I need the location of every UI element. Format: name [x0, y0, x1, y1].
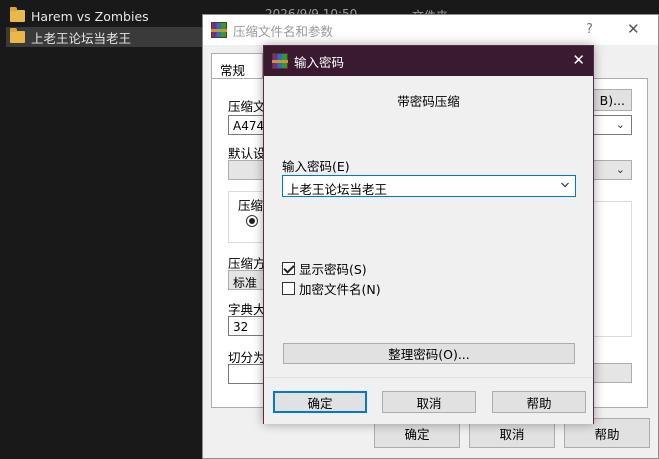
folder-icon	[10, 28, 25, 43]
password-value: 上老王论坛当老王	[287, 182, 388, 197]
close-icon[interactable]: ✕	[572, 51, 585, 69]
show-password-checkbox[interactable]	[282, 262, 295, 275]
close-icon[interactable]: ✕	[627, 20, 640, 38]
chevron-down-icon[interactable]	[561, 181, 569, 189]
password-titlebar[interactable]: 输入密码 ✕	[264, 46, 593, 76]
winrar-icon	[272, 53, 288, 69]
file-row-harem[interactable]: Harem vs Zombies	[6, 6, 202, 26]
chevron-down-icon: ⌄	[615, 163, 625, 176]
file-name: Harem vs Zombies	[31, 8, 149, 24]
organize-passwords-button[interactable]: 整理密码(O)...	[283, 343, 575, 364]
encrypt-names-label: 加密文件名(N)	[299, 282, 381, 297]
help-icon[interactable]: ?	[586, 22, 593, 37]
password-dialog-title: 输入密码	[294, 54, 345, 70]
winrar-icon	[211, 22, 227, 38]
file-row-laowang[interactable]: 上老王论坛当老王	[6, 27, 202, 47]
main-title: 压缩文件名和参数	[233, 23, 334, 39]
format-group-label: 压缩	[238, 198, 264, 213]
ok-button[interactable]: 确定	[273, 391, 367, 413]
format-radio[interactable]	[246, 215, 258, 227]
show-password-label: 显示密码(S)	[299, 262, 367, 277]
encrypt-names-checkbox[interactable]	[282, 282, 295, 295]
file-name: 上老王论坛当老王	[31, 30, 132, 46]
chevron-down-icon: ⌄	[615, 118, 625, 131]
options-group	[588, 201, 632, 337]
set-password-button[interactable]	[588, 363, 632, 383]
options-select[interactable]: ⌄	[588, 160, 632, 180]
browse-button[interactable]: B)...	[588, 89, 632, 111]
help-button[interactable]: 帮助	[492, 391, 586, 413]
password-dialog: 输入密码 ✕ 带密码压缩 输入密码(E) 上老王论坛当老王 显示密码(S) 加密…	[263, 45, 594, 424]
cancel-button[interactable]: 取消	[382, 391, 476, 413]
main-titlebar[interactable]: 压缩文件名和参数 ? ✕	[203, 15, 658, 45]
archive-name-label: 压缩文	[228, 99, 266, 114]
tab-general[interactable]: 常规	[211, 53, 263, 79]
update-mode-select[interactable]: ⌄	[588, 115, 632, 135]
password-label: 输入密码(E)	[282, 159, 350, 174]
password-heading: 带密码压缩	[397, 94, 460, 109]
encrypt-names-row[interactable]: 加密文件名(N)	[282, 279, 381, 298]
folder-icon	[10, 7, 25, 22]
show-password-row[interactable]: 显示密码(S)	[282, 259, 367, 278]
password-input[interactable]: 上老王论坛当老王	[282, 175, 576, 197]
